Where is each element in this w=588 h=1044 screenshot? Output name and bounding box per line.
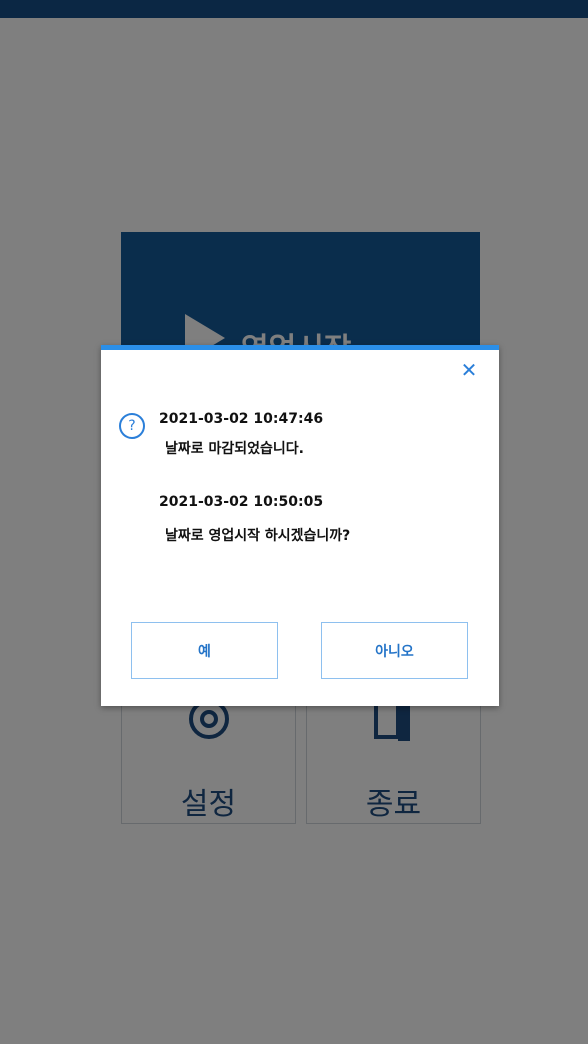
dialog-line-4: 날짜로 영업시작 하시겠습니까?: [165, 528, 351, 544]
dialog-line-2: 날짜로 마감되었습니다.: [165, 441, 304, 457]
no-button[interactable]: 아니오: [321, 622, 468, 679]
yes-button[interactable]: 예: [131, 622, 278, 679]
dialog-line-1: 2021-03-02 10:47:46: [159, 411, 324, 427]
confirm-dialog: ✕ ? 2021-03-02 10:47:46 날짜로 마감되었습니다. 202…: [101, 345, 499, 706]
close-icon[interactable]: ✕: [459, 360, 479, 380]
dialog-line-3: 2021-03-02 10:50:05: [159, 494, 324, 510]
question-icon: ?: [119, 413, 145, 439]
